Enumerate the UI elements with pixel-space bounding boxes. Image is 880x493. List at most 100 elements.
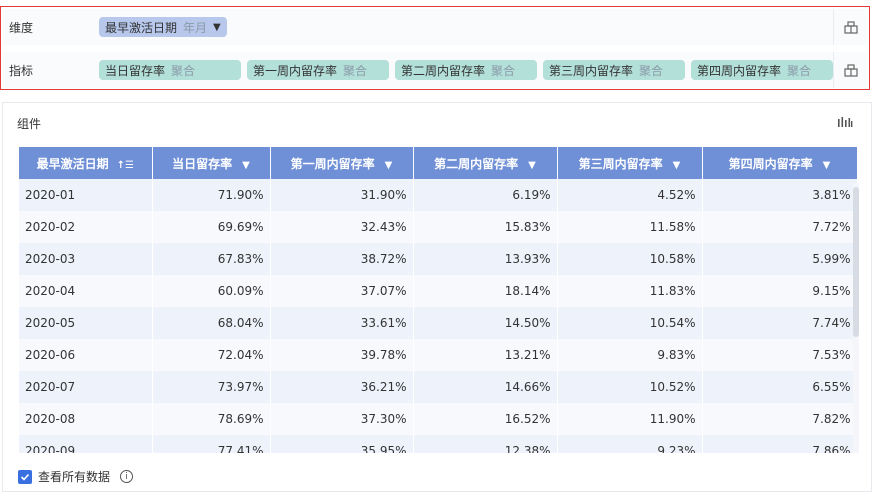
- chip-name: 第四周内留存率: [697, 63, 782, 78]
- table-cell-rate: 36.21%: [270, 371, 414, 403]
- table-cell-rate: 78.69%: [152, 403, 271, 435]
- table-cell-rate: 37.07%: [270, 275, 414, 307]
- caret-down-icon[interactable]: ▼: [213, 22, 221, 33]
- table-cell-rate: 6.55%: [702, 371, 858, 403]
- table-cell-rate: 16.52%: [413, 403, 558, 435]
- table-cell-rate: 11.83%: [557, 275, 703, 307]
- chip-name: 第一周内留存率: [253, 63, 338, 78]
- component-title: 组件: [17, 117, 42, 131]
- table-cell-rate: 60.09%: [152, 275, 271, 307]
- column-menu-icon[interactable]: ▼: [673, 160, 681, 171]
- chip-name: 第二周内留存率: [401, 63, 486, 78]
- table-cell-rate: 10.58%: [557, 243, 703, 275]
- field-settings-icon: [843, 21, 858, 34]
- footer: 查看所有数据 i: [18, 468, 134, 485]
- indicator-row: 指标 当日留存率 聚合 第一周内留存率 聚合 第二周内留存率 聚合 第三周内留存…: [3, 52, 867, 88]
- table-cell-rate: 4.52%: [557, 179, 703, 211]
- chip-aggregation: 聚合: [787, 63, 812, 78]
- table-row: 2020-03 67.83% 38.72% 13.93% 10.58% 5.99%: [19, 243, 858, 275]
- indicator-chip-week2[interactable]: 第二周内留存率 聚合: [395, 60, 537, 80]
- table-cell-date: 2020-01: [19, 179, 153, 211]
- column-menu-icon[interactable]: ▼: [528, 160, 536, 171]
- table-cell-rate: 67.83%: [152, 243, 271, 275]
- table-cell-rate: 18.14%: [413, 275, 558, 307]
- indicator-chip-week4[interactable]: 第四周内留存率 聚合: [691, 60, 833, 80]
- table-cell-rate: 3.81%: [702, 179, 858, 211]
- table-cell-rate: 13.21%: [413, 339, 558, 371]
- column-header-week1[interactable]: 第一周内留存率 ▼: [270, 147, 414, 179]
- table-cell-rate: 33.61%: [270, 307, 414, 339]
- table-cell-rate: 9.15%: [702, 275, 858, 307]
- column-header-week4[interactable]: 第四周内留存率 ▼: [702, 147, 858, 179]
- column-menu-icon[interactable]: ▼: [385, 160, 393, 171]
- chip-name: 第三周内留存率: [549, 63, 634, 78]
- indicator-label: 指标: [9, 63, 34, 78]
- table-cell-rate: 37.30%: [270, 403, 414, 435]
- chip-aggregation: 聚合: [639, 63, 664, 78]
- dimension-row: 维度 最早激活日期 年月 ▼: [3, 9, 867, 45]
- sort-icon[interactable]: ↑☰: [117, 160, 134, 171]
- dimension-settings-button[interactable]: [833, 9, 867, 45]
- table-cell-rate: 69.69%: [152, 211, 271, 243]
- table-cell-rate: 7.86%: [702, 435, 858, 453]
- table-cell-rate: 10.52%: [557, 371, 703, 403]
- table-cell-rate: 68.04%: [152, 307, 271, 339]
- table-row: 2020-08 78.69% 37.30% 16.52% 11.90% 7.82%: [19, 403, 858, 435]
- scrollbar-thumb[interactable]: [853, 187, 859, 337]
- chip-name: 最早激活日期: [105, 20, 178, 35]
- table-cell-rate: 7.82%: [702, 403, 858, 435]
- config-panel: 维度 最早激活日期 年月 ▼ 指标 当日留存率 聚合 第一周内留存率 聚合 第二…: [0, 6, 870, 90]
- column-menu-icon[interactable]: ▼: [823, 160, 831, 171]
- column-header-week2[interactable]: 第二周内留存率 ▼: [413, 147, 558, 179]
- table-cell-rate: 5.99%: [702, 243, 858, 275]
- table-row: 2020-05 68.04% 33.61% 14.50% 10.54% 7.74%: [19, 307, 858, 339]
- table-row: 2020-02 69.69% 32.43% 15.83% 11.58% 7.72%: [19, 211, 858, 243]
- table-cell-rate: 38.72%: [270, 243, 414, 275]
- table-row: 2020-06 72.04% 39.78% 13.21% 9.83% 7.53%: [19, 339, 858, 371]
- chip-aggregation: 聚合: [491, 63, 516, 78]
- table-cell-rate: 73.97%: [152, 371, 271, 403]
- table-cell-rate: 14.66%: [413, 371, 558, 403]
- table-cell-rate: 13.93%: [413, 243, 558, 275]
- table-cell-rate: 11.58%: [557, 211, 703, 243]
- table-cell-rate: 32.43%: [270, 211, 414, 243]
- table-cell-date: 2020-04: [19, 275, 153, 307]
- column-menu-icon[interactable]: ▼: [242, 160, 250, 171]
- table-header-row: 最早激活日期 ↑☰ 当日留存率 ▼ 第一周内留存率 ▼ 第二周内留存率 ▼ 第三周内留存…: [19, 147, 858, 179]
- dimension-chip-activation-date[interactable]: 最早激活日期 年月 ▼: [99, 17, 227, 37]
- table-cell-rate: 71.90%: [152, 179, 271, 211]
- component-panel: 组件 最早激活日期 ↑☰ 当日留存率 ▼ 第一周内留存率 ▼ 第二周内留存率 ▼ 第三周…: [2, 102, 872, 492]
- data-table: 最早激活日期 ↑☰ 当日留存率 ▼ 第一周内留存率 ▼ 第二周内留存率 ▼ 第三周内留存…: [19, 147, 859, 453]
- bar-chart-icon: [838, 117, 853, 127]
- show-all-label: 查看所有数据: [38, 470, 111, 484]
- table-cell-date: 2020-08: [19, 403, 153, 435]
- field-settings-icon: [843, 64, 858, 77]
- info-icon[interactable]: i: [120, 470, 134, 483]
- table-cell-date: 2020-06: [19, 339, 153, 371]
- column-header-day0[interactable]: 当日留存率 ▼: [152, 147, 271, 179]
- table-row: 2020-09 77.41% 35.95% 12.38% 9.23% 7.86%: [19, 435, 858, 453]
- indicator-chip-week3[interactable]: 第三周内留存率 聚合: [543, 60, 685, 80]
- table-cell-rate: 6.19%: [413, 179, 558, 211]
- column-header-week3[interactable]: 第三周内留存率 ▼: [557, 147, 703, 179]
- show-all-checkbox[interactable]: [18, 469, 32, 484]
- table-cell-rate: 10.54%: [557, 307, 703, 339]
- check-icon: [20, 473, 30, 481]
- indicator-settings-button[interactable]: [833, 52, 867, 88]
- indicator-fields[interactable]: 当日留存率 聚合 第一周内留存率 聚合 第二周内留存率 聚合 第三周内留存率 聚…: [99, 52, 833, 88]
- chip-aggregation: 聚合: [343, 63, 368, 78]
- dimension-label: 维度: [9, 20, 34, 35]
- indicator-chip-week1[interactable]: 第一周内留存率 聚合: [247, 60, 389, 80]
- dimension-fields[interactable]: 最早激活日期 年月 ▼: [99, 9, 833, 45]
- table-row: 2020-01 71.90% 31.90% 6.19% 4.52% 3.81%: [19, 179, 858, 211]
- table-row: 2020-07 73.97% 36.21% 14.66% 10.52% 6.55%: [19, 371, 858, 403]
- chip-name: 当日留存率: [105, 63, 166, 78]
- indicator-chip-day0[interactable]: 当日留存率 聚合: [99, 60, 241, 80]
- column-header-activation-date[interactable]: 最早激活日期 ↑☰: [19, 147, 153, 179]
- table-cell-date: 2020-03: [19, 243, 153, 275]
- table-cell-rate: 9.83%: [557, 339, 703, 371]
- table-cell-rate: 14.50%: [413, 307, 558, 339]
- table-cell-rate: 9.23%: [557, 435, 703, 453]
- table-cell-date: 2020-02: [19, 211, 153, 243]
- chart-type-button[interactable]: [837, 116, 853, 131]
